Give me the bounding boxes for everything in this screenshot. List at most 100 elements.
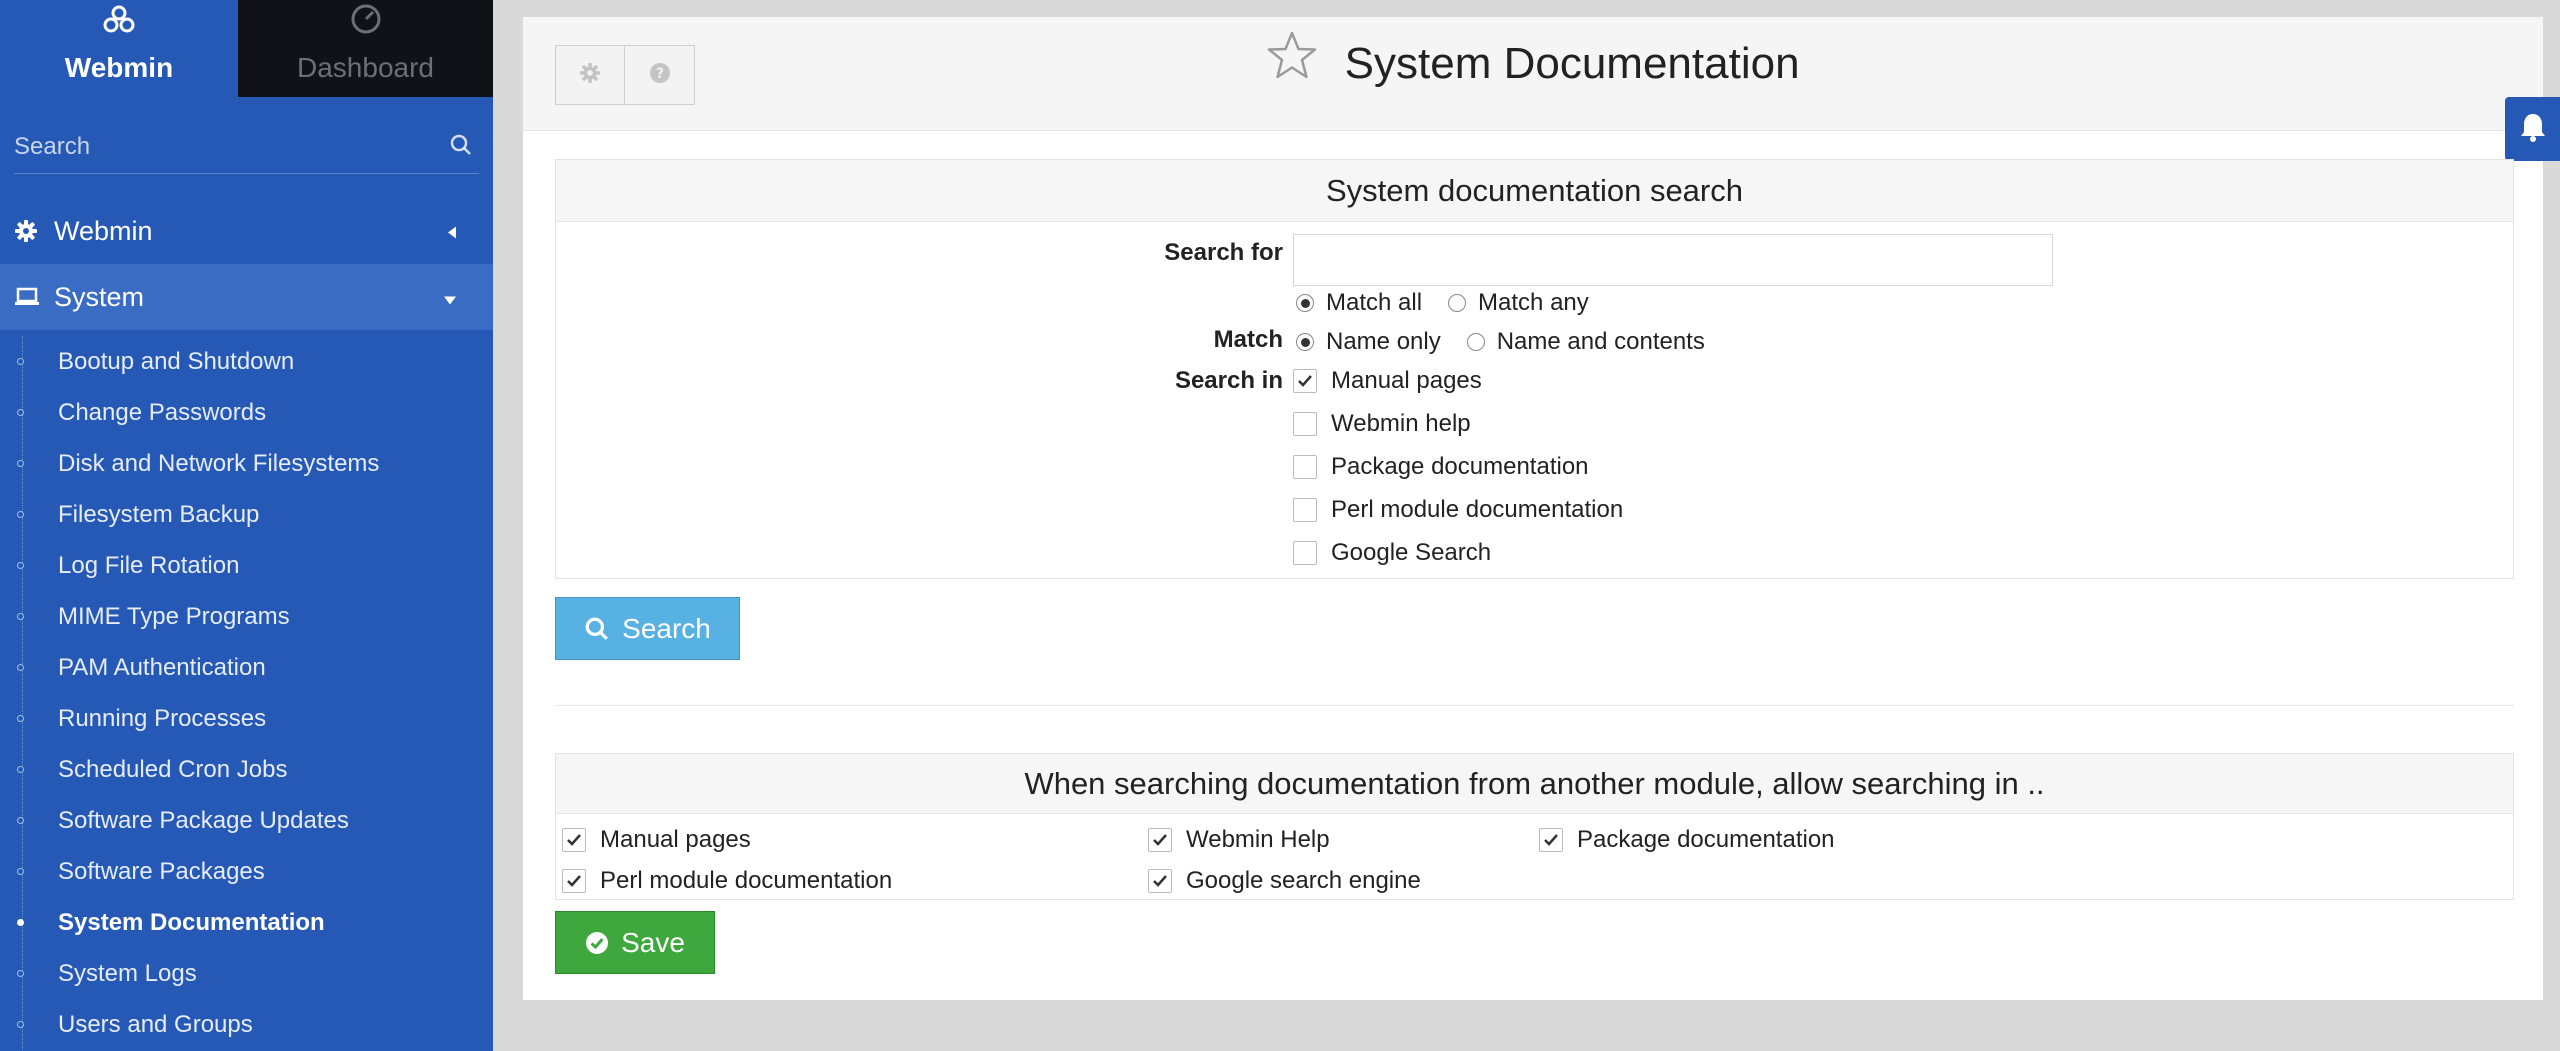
sidebar-search-input[interactable] xyxy=(14,127,479,167)
checkmark-icon xyxy=(1153,834,1167,846)
name-and-contents-label: Name and contents xyxy=(1496,328,1705,355)
sidebar-item-users-and-groups[interactable]: Users and Groups xyxy=(0,999,493,1050)
manual-pages-label: Manual pages xyxy=(1331,367,1482,394)
sidebar-item-label: Change Passwords xyxy=(58,398,267,426)
page-header: ? System Documentation xyxy=(523,17,2560,161)
sidebar-item-filesystem-backup[interactable]: Filesystem Backup xyxy=(0,489,493,540)
module-perl-module-documentation-label: Perl module documentation xyxy=(600,867,893,894)
module-google-search-engine-checkbox[interactable] xyxy=(1148,869,1172,893)
caret-down-icon xyxy=(443,282,457,313)
tab-dashboard-label: Dashboard xyxy=(297,52,434,83)
bullet-icon xyxy=(17,817,24,824)
module-manual-pages-label: Manual pages xyxy=(600,826,751,853)
perl-module-documentation-label: Perl module documentation xyxy=(1331,496,1624,523)
search-in-webmin-help[interactable]: Webmin help xyxy=(1293,410,1471,438)
sidebar-item-label: Bootup and Shutdown xyxy=(58,347,295,375)
sidebar-item-label: Running Processes xyxy=(58,704,267,732)
match-any-radio[interactable] xyxy=(1448,294,1467,312)
search-for-input[interactable] xyxy=(1293,234,2053,286)
sidebar-item-system-documentation[interactable]: System Documentation xyxy=(0,897,493,948)
module-webmin-help-label: Webmin Help xyxy=(1186,826,1330,853)
search-panel: System documentation search Search for M… xyxy=(555,159,2514,579)
module-option-webmin-help[interactable]: Webmin Help xyxy=(1148,826,1330,854)
sidebar-item-label: Log File Rotation xyxy=(58,551,240,579)
search-button-label: Search xyxy=(622,612,711,644)
sidebar-item-label: System Logs xyxy=(58,959,197,987)
module-option-google-search-engine[interactable]: Google search engine xyxy=(1148,867,1421,895)
module-manual-pages-checkbox[interactable] xyxy=(562,828,586,852)
match-all-label: Match all xyxy=(1326,289,1423,316)
sidebar-item-label: Filesystem Backup xyxy=(58,500,260,528)
main-content: ? System Documentation System documentat… xyxy=(523,17,2560,1000)
package-documentation-label: Package documentation xyxy=(1331,453,1589,480)
google-search-label: Google Search xyxy=(1331,539,1492,566)
match-mode-group: Match all Match any xyxy=(1296,289,1615,317)
caret-left-icon xyxy=(447,216,457,247)
gear-icon xyxy=(14,217,42,245)
checkmark-icon xyxy=(1298,375,1312,387)
perl-module-documentation-checkbox[interactable] xyxy=(1293,498,1317,522)
sidebar-item-running-processes[interactable]: Running Processes xyxy=(0,693,493,744)
tab-dashboard[interactable]: Dashboard xyxy=(238,0,493,97)
search-panel-title-text: System documentation search xyxy=(1326,173,1743,208)
match-label: Match xyxy=(1213,326,1283,353)
module-panel-title: When searching documentation from anothe… xyxy=(556,754,2513,814)
sidebar-item-scheduled-cron-jobs[interactable]: Scheduled Cron Jobs xyxy=(0,744,493,795)
module-panel-title-text: When searching documentation from anothe… xyxy=(1024,766,2045,801)
module-option-package-documentation[interactable]: Package documentation xyxy=(1539,826,1835,854)
search-button[interactable]: Search xyxy=(555,597,740,660)
sidebar-item-log-file-rotation[interactable]: Log File Rotation xyxy=(0,540,493,591)
sidebar-item-label: MIME Type Programs xyxy=(58,602,290,630)
webmin-logo-icon xyxy=(102,3,136,40)
checkmark-icon xyxy=(567,875,581,887)
name-and-contents-radio[interactable] xyxy=(1466,333,1485,351)
notifications-tab[interactable] xyxy=(2505,97,2560,161)
search-icon[interactable] xyxy=(449,133,473,157)
package-documentation-checkbox[interactable] xyxy=(1293,455,1317,479)
search-in-google-search[interactable]: Google Search xyxy=(1293,539,1491,567)
bullet-icon xyxy=(17,919,24,926)
checkmark-icon xyxy=(1544,834,1558,846)
star-icon[interactable] xyxy=(1266,30,1318,91)
name-only-radio[interactable] xyxy=(1296,333,1314,351)
search-in-perl-module-documentation[interactable]: Perl module documentation xyxy=(1293,496,1623,524)
tab-webmin[interactable]: Webmin xyxy=(0,0,238,97)
sidebar-item-label: Users and Groups xyxy=(58,1010,253,1038)
module-webmin-help-checkbox[interactable] xyxy=(1148,828,1172,852)
manual-pages-checkbox[interactable] xyxy=(1293,369,1317,393)
sidebar-item-software-packages[interactable]: Software Packages xyxy=(0,846,493,897)
bullet-icon xyxy=(17,613,24,620)
bullet-icon xyxy=(17,409,24,416)
page-title-wrap: System Documentation xyxy=(523,31,2543,91)
sidebar-tabs: Webmin Dashboard xyxy=(0,0,493,97)
sidebar-section-webmin[interactable]: Webmin xyxy=(0,198,493,264)
sidebar-item-label: Software Packages xyxy=(58,857,265,885)
search-for-label: Search for xyxy=(1164,239,1283,266)
module-perl-module-documentation-checkbox[interactable] xyxy=(562,869,586,893)
sidebar-section-system[interactable]: System xyxy=(0,264,493,330)
sidebar-item-software-package-updates[interactable]: Software Package Updates xyxy=(0,795,493,846)
google-search-checkbox[interactable] xyxy=(1293,541,1317,565)
sidebar-section-label: System xyxy=(54,281,145,312)
module-package-documentation-checkbox[interactable] xyxy=(1539,828,1563,852)
save-button-label: Save xyxy=(621,926,685,958)
bullet-icon xyxy=(17,358,24,365)
sidebar-item-label: Scheduled Cron Jobs xyxy=(58,755,288,783)
webmin-help-checkbox[interactable] xyxy=(1293,412,1317,436)
sidebar-item-change-passwords[interactable]: Change Passwords xyxy=(0,387,493,438)
bullet-icon xyxy=(17,766,24,773)
search-in-manual-pages[interactable]: Manual pages xyxy=(1293,367,1482,395)
module-option-perl-module-documentation[interactable]: Perl module documentation xyxy=(562,867,892,895)
sidebar-item-disk-and-network-filesystems[interactable]: Disk and Network Filesystems xyxy=(0,438,493,489)
tab-webmin-label: Webmin xyxy=(64,52,174,83)
bullet-icon xyxy=(17,715,24,722)
sidebar-item-pam-authentication[interactable]: PAM Authentication xyxy=(0,642,493,693)
module-option-manual-pages[interactable]: Manual pages xyxy=(562,826,751,854)
sidebar-item-bootup-and-shutdown[interactable]: Bootup and Shutdown xyxy=(0,336,493,387)
sidebar-item-mime-type-programs[interactable]: MIME Type Programs xyxy=(0,591,493,642)
save-button[interactable]: Save xyxy=(555,911,715,974)
search-in-package-documentation[interactable]: Package documentation xyxy=(1293,453,1589,481)
sidebar-item-system-logs[interactable]: System Logs xyxy=(0,948,493,999)
webmin-help-label: Webmin help xyxy=(1331,410,1471,437)
match-all-radio[interactable] xyxy=(1296,294,1314,312)
